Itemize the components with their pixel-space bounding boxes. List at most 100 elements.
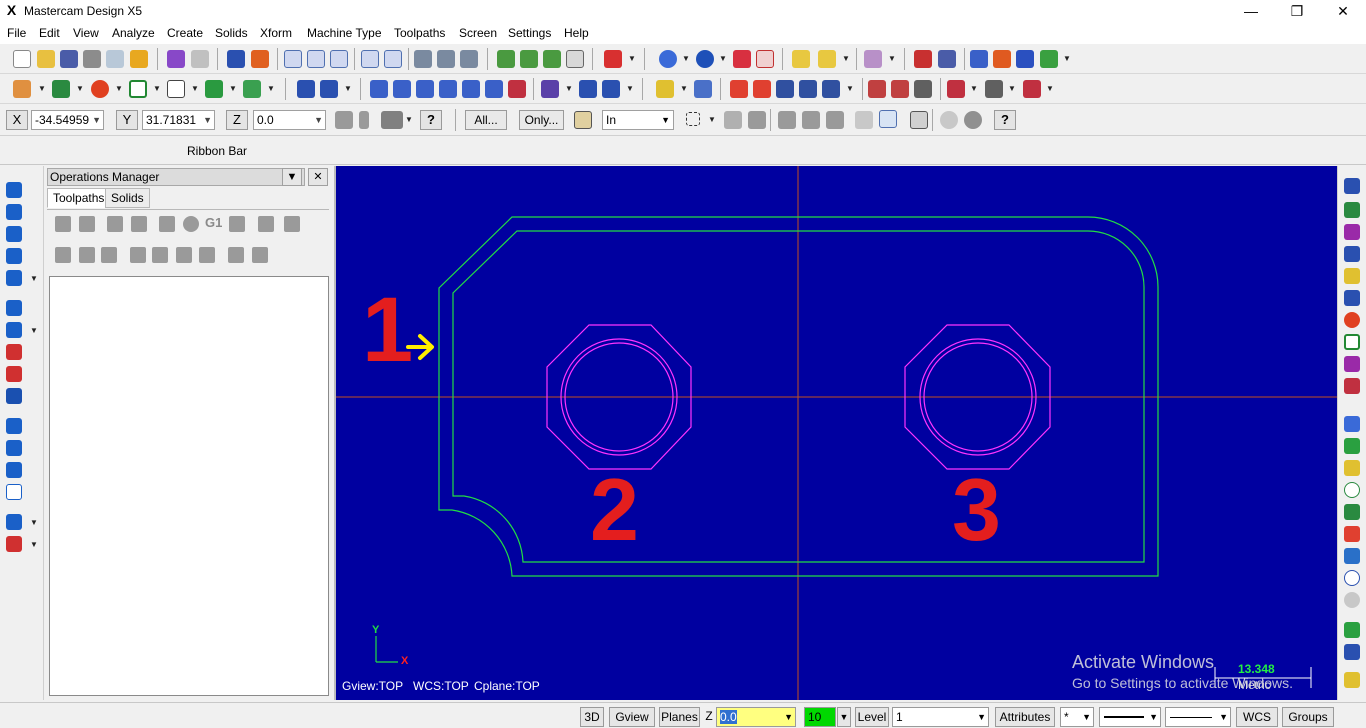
sum-icon[interactable] xyxy=(1016,50,1034,68)
compare-icon[interactable] xyxy=(938,50,956,68)
drag-icon[interactable] xyxy=(541,80,559,98)
analyze-icon[interactable] xyxy=(864,50,882,68)
chevron-down-icon[interactable]: ▼ xyxy=(92,111,101,129)
revolve-icon[interactable] xyxy=(799,80,817,98)
chevron-down-icon[interactable]: ▼ xyxy=(661,111,670,129)
minimize-icon[interactable]: — xyxy=(1228,0,1274,22)
fillet-solid-icon[interactable] xyxy=(868,80,886,98)
zoom-target-icon[interactable] xyxy=(330,50,348,68)
rectangle-icon[interactable] xyxy=(167,80,185,98)
arrow-select-icon[interactable] xyxy=(724,111,742,129)
operations-tree[interactable] xyxy=(49,276,329,696)
link-right-icon[interactable] xyxy=(1344,644,1360,660)
wcs-button[interactable]: WCS xyxy=(1236,707,1278,727)
boolean-icon[interactable] xyxy=(947,80,965,98)
circle-dropdown-icon[interactable]: ▼ xyxy=(115,84,123,93)
planes-button[interactable]: Planes xyxy=(659,707,700,727)
repaint-icon[interactable] xyxy=(251,50,269,68)
polygon-dropdown-icon[interactable]: ▼ xyxy=(153,84,161,93)
tab-solids[interactable]: Solids xyxy=(105,188,150,208)
query-right-icon[interactable] xyxy=(1344,378,1360,394)
light-dropdown-icon[interactable]: ▼ xyxy=(680,84,688,93)
regenerate-dirty-icon[interactable] xyxy=(131,216,147,232)
fit-icon[interactable] xyxy=(284,50,302,68)
toggle-posting-icon[interactable] xyxy=(101,247,117,263)
dimension-icon[interactable] xyxy=(970,50,988,68)
maximize-icon[interactable]: ❐ xyxy=(1274,0,1320,22)
break-icon[interactable] xyxy=(320,80,338,98)
point-style-select[interactable]: * ▼ xyxy=(1060,707,1094,727)
groups-button[interactable]: Groups xyxy=(1282,707,1334,727)
help-icon[interactable]: ? xyxy=(420,110,442,130)
mask-edge-icon[interactable] xyxy=(802,111,820,129)
x-coordinate-input[interactable]: -34.54959 ▼ xyxy=(31,110,104,130)
grid-icon[interactable] xyxy=(579,80,597,98)
export-dropdown-icon[interactable]: ▼ xyxy=(1063,54,1071,63)
cube-dropdown-icon[interactable]: ▼ xyxy=(30,274,38,283)
open-folder-icon[interactable] xyxy=(37,50,55,68)
y-coordinate-input[interactable]: 31.71831 ▼ xyxy=(142,110,215,130)
rotate-view-icon[interactable] xyxy=(6,204,22,220)
zoom-in-icon[interactable] xyxy=(384,50,402,68)
table-icon[interactable] xyxy=(730,80,748,98)
eraser-icon[interactable] xyxy=(6,366,22,382)
ops-help-icon[interactable] xyxy=(284,216,300,232)
machine-icon[interactable] xyxy=(1023,80,1041,98)
analyze-dropdown-icon[interactable]: ▼ xyxy=(888,54,896,63)
cylinder-icon[interactable] xyxy=(243,80,261,98)
help-icon[interactable]: ? xyxy=(994,110,1016,130)
color-cube-icon[interactable] xyxy=(6,536,22,552)
menu-file[interactable]: File xyxy=(7,26,26,40)
boolean-dropdown-icon[interactable]: ▼ xyxy=(970,84,978,93)
trim-right-icon[interactable] xyxy=(1344,290,1360,306)
export-icon[interactable] xyxy=(1040,50,1058,68)
tab-toolpaths[interactable]: Toolpaths xyxy=(47,188,111,208)
graphics-viewport[interactable]: 1 2 3 Y X Gview:TOP WCS:TOP Cplane:TOP A… xyxy=(336,166,1337,700)
print-icon[interactable] xyxy=(83,50,101,68)
move-icon[interactable] xyxy=(6,462,22,478)
level-select[interactable]: 1 ▼ xyxy=(892,707,989,727)
autocursor-icon[interactable] xyxy=(381,111,403,129)
polygon-icon[interactable] xyxy=(129,80,147,98)
autocursor-dropdown-icon[interactable]: ▼ xyxy=(405,115,413,124)
shade-dropdown-icon[interactable]: ▼ xyxy=(30,326,38,335)
zoom-out-icon[interactable] xyxy=(361,50,379,68)
xform-array-icon[interactable] xyxy=(485,80,503,98)
menu-help[interactable]: Help xyxy=(564,26,589,40)
fillet-right-icon[interactable] xyxy=(1344,504,1360,520)
point-icon[interactable] xyxy=(13,80,31,98)
window-select-icon[interactable] xyxy=(686,112,700,126)
wireframe-dropdown-icon[interactable]: ▼ xyxy=(682,54,690,63)
chevron-down-icon[interactable]: ▼ xyxy=(1149,708,1158,726)
menu-screen[interactable]: Screen xyxy=(459,26,497,40)
close-icon[interactable]: ✕ xyxy=(1320,0,1366,22)
color-dropdown-icon[interactable]: ▼ xyxy=(30,540,38,549)
grid-view-icon[interactable] xyxy=(6,514,22,530)
menu-solids[interactable]: Solids xyxy=(215,26,248,40)
top-view-icon[interactable] xyxy=(497,50,515,68)
color-dropdown-icon[interactable]: ▼ xyxy=(837,707,851,727)
extrude-icon[interactable] xyxy=(776,80,794,98)
post-g1-icon[interactable]: G1 xyxy=(205,215,222,230)
menu-settings[interactable]: Settings xyxy=(508,26,551,40)
cancel-select-icon[interactable] xyxy=(940,111,958,129)
line-width-select[interactable]: ▼ xyxy=(1165,707,1231,727)
chevron-down-icon[interactable]: ▼ xyxy=(1219,708,1228,726)
scroll-icon[interactable] xyxy=(199,247,215,263)
line-icon[interactable] xyxy=(52,80,70,98)
menu-analyze[interactable]: Analyze xyxy=(112,26,155,40)
verify-icon[interactable] xyxy=(910,111,928,129)
line-endpoints-icon[interactable] xyxy=(1344,202,1360,218)
cube-shade-icon[interactable] xyxy=(6,322,22,338)
loft-icon[interactable] xyxy=(822,80,840,98)
chain-icon[interactable] xyxy=(879,110,897,128)
pan-icon[interactable] xyxy=(227,50,245,68)
menu-machine-type[interactable]: Machine Type xyxy=(307,26,382,40)
z-depth-input[interactable]: 0.0 ▼ xyxy=(716,707,796,727)
point-dropdown-icon[interactable]: ▼ xyxy=(38,84,46,93)
fast-point-icon[interactable] xyxy=(335,111,353,129)
x-coordinate-button[interactable]: X xyxy=(6,110,28,130)
box-icon[interactable] xyxy=(6,388,22,404)
toolpath-display-icon[interactable] xyxy=(228,247,244,263)
lock-icon[interactable] xyxy=(55,247,71,263)
